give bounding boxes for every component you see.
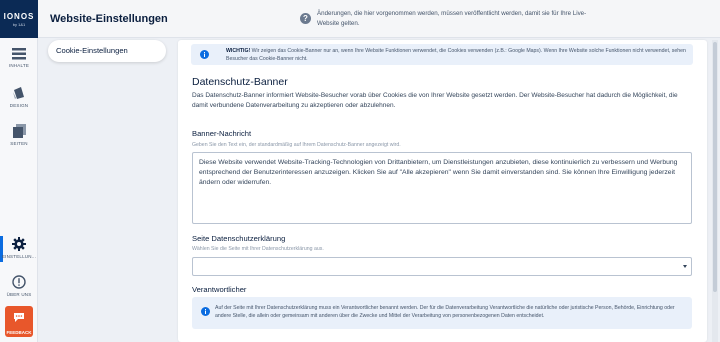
banner-message-hint: Geben Sie den Text ein, der standardmäßi… [192,142,401,148]
feedback-label: FEEDBACK [6,330,32,335]
cookie-warning-box: WICHTIG! Wir zeigen das Cookie-Banner nu… [191,44,693,65]
section-title: Datenschutz-Banner [192,76,288,88]
warning-body: Wir zeigen das Cookie-Banner nur an, wen… [226,48,686,62]
privacy-page-hint: Wählen Sie die Seite mit Ihrer Datenschu… [192,246,324,252]
gear-icon [12,237,26,251]
ionos-logo[interactable]: IONOS by 1&1 [0,0,38,38]
content-icon [12,48,26,60]
help-icon: ? [300,13,311,24]
subnav-label: Cookie-Einstellungen [56,46,128,55]
rail-label-pages: SEITEN [10,141,28,146]
rail-label-settings: EINSTELLUN... [1,254,37,259]
cookie-warning-text: WICHTIG! Wir zeigen das Cookie-Banner nu… [226,47,686,63]
settings-card: WICHTIG! Wir zeigen das Cookie-Banner nu… [178,40,707,342]
rail-label-about: ÜBER UNS [6,292,32,297]
top-header: Website-Einstellungen ? Änderungen, die … [38,0,720,38]
logo-subtext: by 1&1 [12,22,26,27]
banner-message-textarea[interactable]: Diese Website verwendet Website-Tracking… [192,152,692,224]
responsible-label: Verantwortlicher [192,285,247,294]
rail-label-content: INHALTE [8,63,30,68]
rail-item-design[interactable]: DESIGN [0,86,38,108]
rail-item-settings[interactable]: EINSTELLUN... [0,237,38,259]
responsible-info-text: Auf der Seite mit Ihrer Datenschutzerklä… [215,305,675,319]
warning-bold: WICHTIG! [226,48,251,54]
feedback-button[interactable]: FEEDBACK [5,306,33,337]
chevron-down-icon [683,265,687,268]
subnav-cookie-settings[interactable]: Cookie-Einstellungen [48,40,166,62]
scrollbar-thumb[interactable] [713,42,717,292]
chat-icon [14,313,24,322]
left-rail: IONOS by 1&1 INHALTE DESIGN SEITEN EINST… [0,0,38,342]
banner-message-label: Banner-Nachricht [192,129,252,138]
privacy-page-select[interactable] [192,257,692,276]
page-title: Website-Einstellungen [50,13,168,25]
design-icon [13,87,24,99]
responsible-info-box: Auf der Seite mit Ihrer Datenschutzerklä… [192,297,692,329]
section-description: Das Datenschutz-Banner informiert Websit… [192,92,678,109]
privacy-page-label: Seite Datenschutzerklärung [192,234,286,243]
svg-text:?: ? [303,14,308,23]
info-icon [201,307,210,316]
rail-label-design: DESIGN [9,103,29,108]
info-icon [200,50,209,59]
logo-text: IONOS [3,12,35,21]
publish-notice-line1: Änderungen, die hier vorgenommen werden,… [317,10,587,17]
publish-notice-text: Änderungen, die hier vorgenommen werden,… [317,9,586,29]
pages-icon [12,124,26,138]
rail-item-pages[interactable]: SEITEN [0,124,38,146]
alert-icon [12,275,26,289]
publish-notice-line2: Website gelten. [317,20,360,27]
rail-item-about[interactable]: ÜBER UNS [0,275,38,297]
rail-item-content[interactable]: INHALTE [0,48,38,68]
